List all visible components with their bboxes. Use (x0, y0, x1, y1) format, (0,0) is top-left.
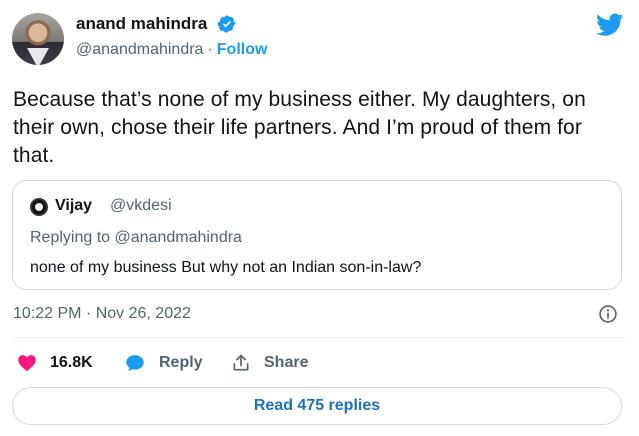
quoted-tweet-card[interactable]: Vijay @vkdesi Replying to @anandmahindra… (12, 180, 622, 290)
actions-divider (12, 337, 627, 338)
quoted-author-avatar[interactable] (30, 198, 48, 216)
author-avatar[interactable] (12, 13, 64, 65)
quoted-author-handle[interactable]: @vkdesi (110, 197, 172, 215)
share-upload-icon (233, 354, 249, 371)
replying-to-label: Replying to (30, 229, 111, 246)
like-count: 16.8K (50, 354, 93, 371)
reply-button[interactable]: Reply (125, 352, 203, 374)
author-name[interactable]: anand mahindra (76, 14, 207, 34)
heart-icon (18, 355, 36, 371)
author-handle[interactable]: @anandmahindra (76, 41, 203, 58)
tweet-timestamp[interactable]: 10:22 PM · Nov 26, 2022 (13, 305, 191, 323)
reply-label: Reply (159, 354, 203, 371)
tweet-text: Because that’s none of my business eithe… (13, 88, 586, 167)
follow-button[interactable]: Follow (217, 41, 268, 58)
quoted-author-name[interactable]: Vijay (55, 197, 92, 215)
info-icon[interactable] (598, 304, 618, 324)
share-button[interactable]: Share (231, 352, 308, 374)
replying-to-handle[interactable]: @anandmahindra (115, 229, 242, 246)
speech-bubble-icon (126, 355, 144, 372)
twitter-bird-icon[interactable] (596, 13, 624, 37)
like-button[interactable]: 16.8K (17, 352, 93, 374)
read-replies-button[interactable]: Read 475 replies (12, 387, 622, 425)
author-handle-row: @anandmahindra · Follow (76, 41, 267, 59)
quoted-tweet-text: none of my business But why not an India… (30, 259, 422, 276)
handle-separator: · (207, 41, 213, 58)
verified-badge-icon (217, 15, 236, 33)
replying-to-row: Replying to @anandmahindra (30, 229, 242, 247)
share-label: Share (264, 354, 309, 371)
